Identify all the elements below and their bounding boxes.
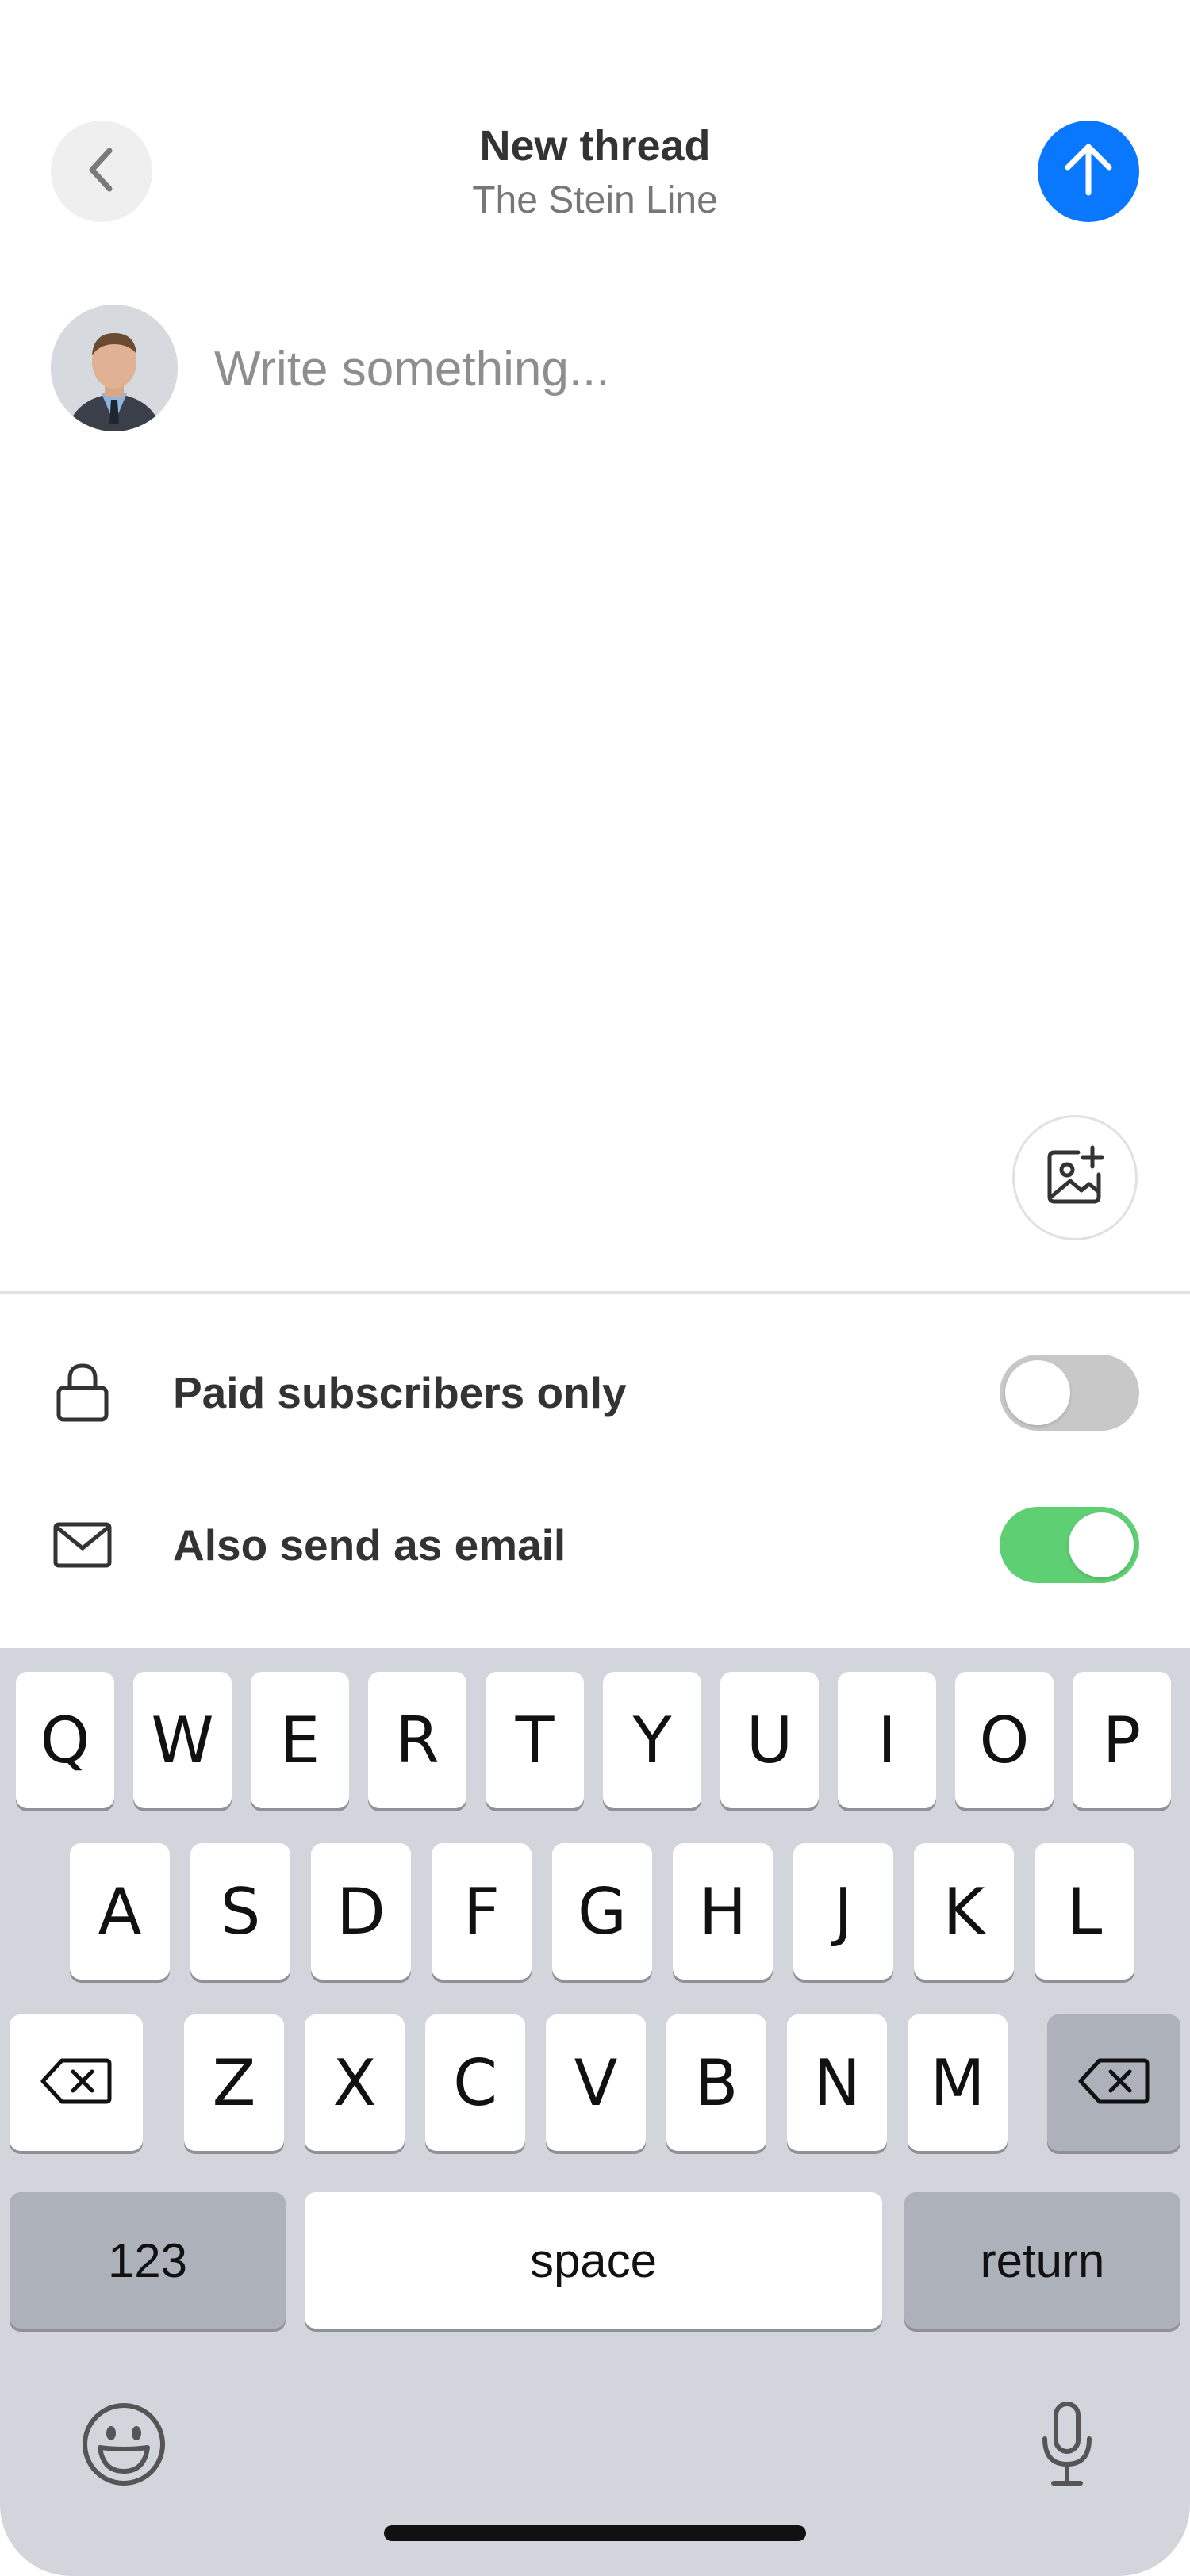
divider xyxy=(0,1291,1190,1294)
emoji-button[interactable] xyxy=(76,2398,171,2494)
key-c[interactable]: C xyxy=(425,2014,525,2151)
key-i[interactable]: I xyxy=(838,1672,936,1808)
key-m[interactable]: M xyxy=(908,2014,1008,2151)
key-w[interactable]: W xyxy=(133,1672,232,1808)
key-x[interactable]: X xyxy=(305,2014,405,2151)
send-email-toggle[interactable] xyxy=(1000,1507,1139,1583)
key-n[interactable]: N xyxy=(787,2014,887,2151)
paid-subscribers-label: Paid subscribers only xyxy=(173,1368,627,1417)
key-p[interactable]: P xyxy=(1073,1672,1171,1808)
key-z[interactable]: Z xyxy=(184,2014,284,2151)
key-t[interactable]: T xyxy=(486,1672,584,1808)
send-button[interactable] xyxy=(1038,121,1139,222)
key-s[interactable]: S xyxy=(190,1843,290,1980)
home-indicator[interactable] xyxy=(384,2525,806,2541)
key-d[interactable]: D xyxy=(311,1843,411,1980)
send-email-row: Also send as email xyxy=(0,1489,1190,1600)
send-email-label: Also send as email xyxy=(173,1520,566,1570)
backspace-key-left[interactable] xyxy=(10,2014,143,2151)
backspace-icon xyxy=(40,2046,113,2120)
header-titles: New thread The Stein Line xyxy=(0,117,1190,227)
arrow-up-icon xyxy=(1063,142,1114,201)
backspace-key[interactable] xyxy=(1047,2014,1180,2151)
key-l[interactable]: L xyxy=(1035,1843,1134,1980)
key-a[interactable]: A xyxy=(70,1843,170,1980)
keyboard: Q W E R T Y U I O P A S D F G H J K L Z … xyxy=(0,1648,1190,2576)
numbers-key[interactable]: 123 xyxy=(10,2192,286,2329)
paid-subscribers-row: Paid subscribers only xyxy=(0,1337,1190,1448)
microphone-icon xyxy=(1039,2401,1095,2492)
key-j[interactable]: J xyxy=(793,1843,893,1980)
toggle-knob xyxy=(1005,1360,1070,1425)
publication-name: The Stein Line xyxy=(472,179,718,221)
key-v[interactable]: V xyxy=(546,2014,646,2151)
key-h[interactable]: H xyxy=(673,1843,773,1980)
page-title: New thread xyxy=(479,122,711,170)
key-r[interactable]: R xyxy=(368,1672,466,1808)
image-plus-icon xyxy=(1043,1144,1107,1212)
key-o[interactable]: O xyxy=(955,1672,1054,1808)
backspace-icon xyxy=(1077,2046,1150,2120)
emoji-icon xyxy=(81,2402,167,2491)
add-image-button[interactable] xyxy=(1012,1115,1138,1240)
key-k[interactable]: K xyxy=(914,1843,1014,1980)
key-u[interactable]: U xyxy=(720,1672,819,1808)
paid-subscribers-toggle[interactable] xyxy=(1000,1355,1139,1431)
key-y[interactable]: Y xyxy=(603,1672,701,1808)
return-key[interactable]: return xyxy=(904,2192,1180,2329)
key-g[interactable]: G xyxy=(552,1843,652,1980)
toggle-knob xyxy=(1069,1512,1134,1577)
key-e[interactable]: E xyxy=(251,1672,349,1808)
key-b[interactable]: B xyxy=(666,2014,766,2151)
lock-icon xyxy=(52,1361,113,1424)
key-q[interactable]: Q xyxy=(16,1672,114,1808)
compose-input[interactable] xyxy=(214,333,1134,404)
key-f[interactable]: F xyxy=(432,1843,532,1980)
avatar xyxy=(51,305,178,431)
microphone-button[interactable] xyxy=(1023,2398,1111,2494)
mail-icon xyxy=(52,1513,113,1577)
space-key[interactable]: space xyxy=(305,2192,882,2329)
